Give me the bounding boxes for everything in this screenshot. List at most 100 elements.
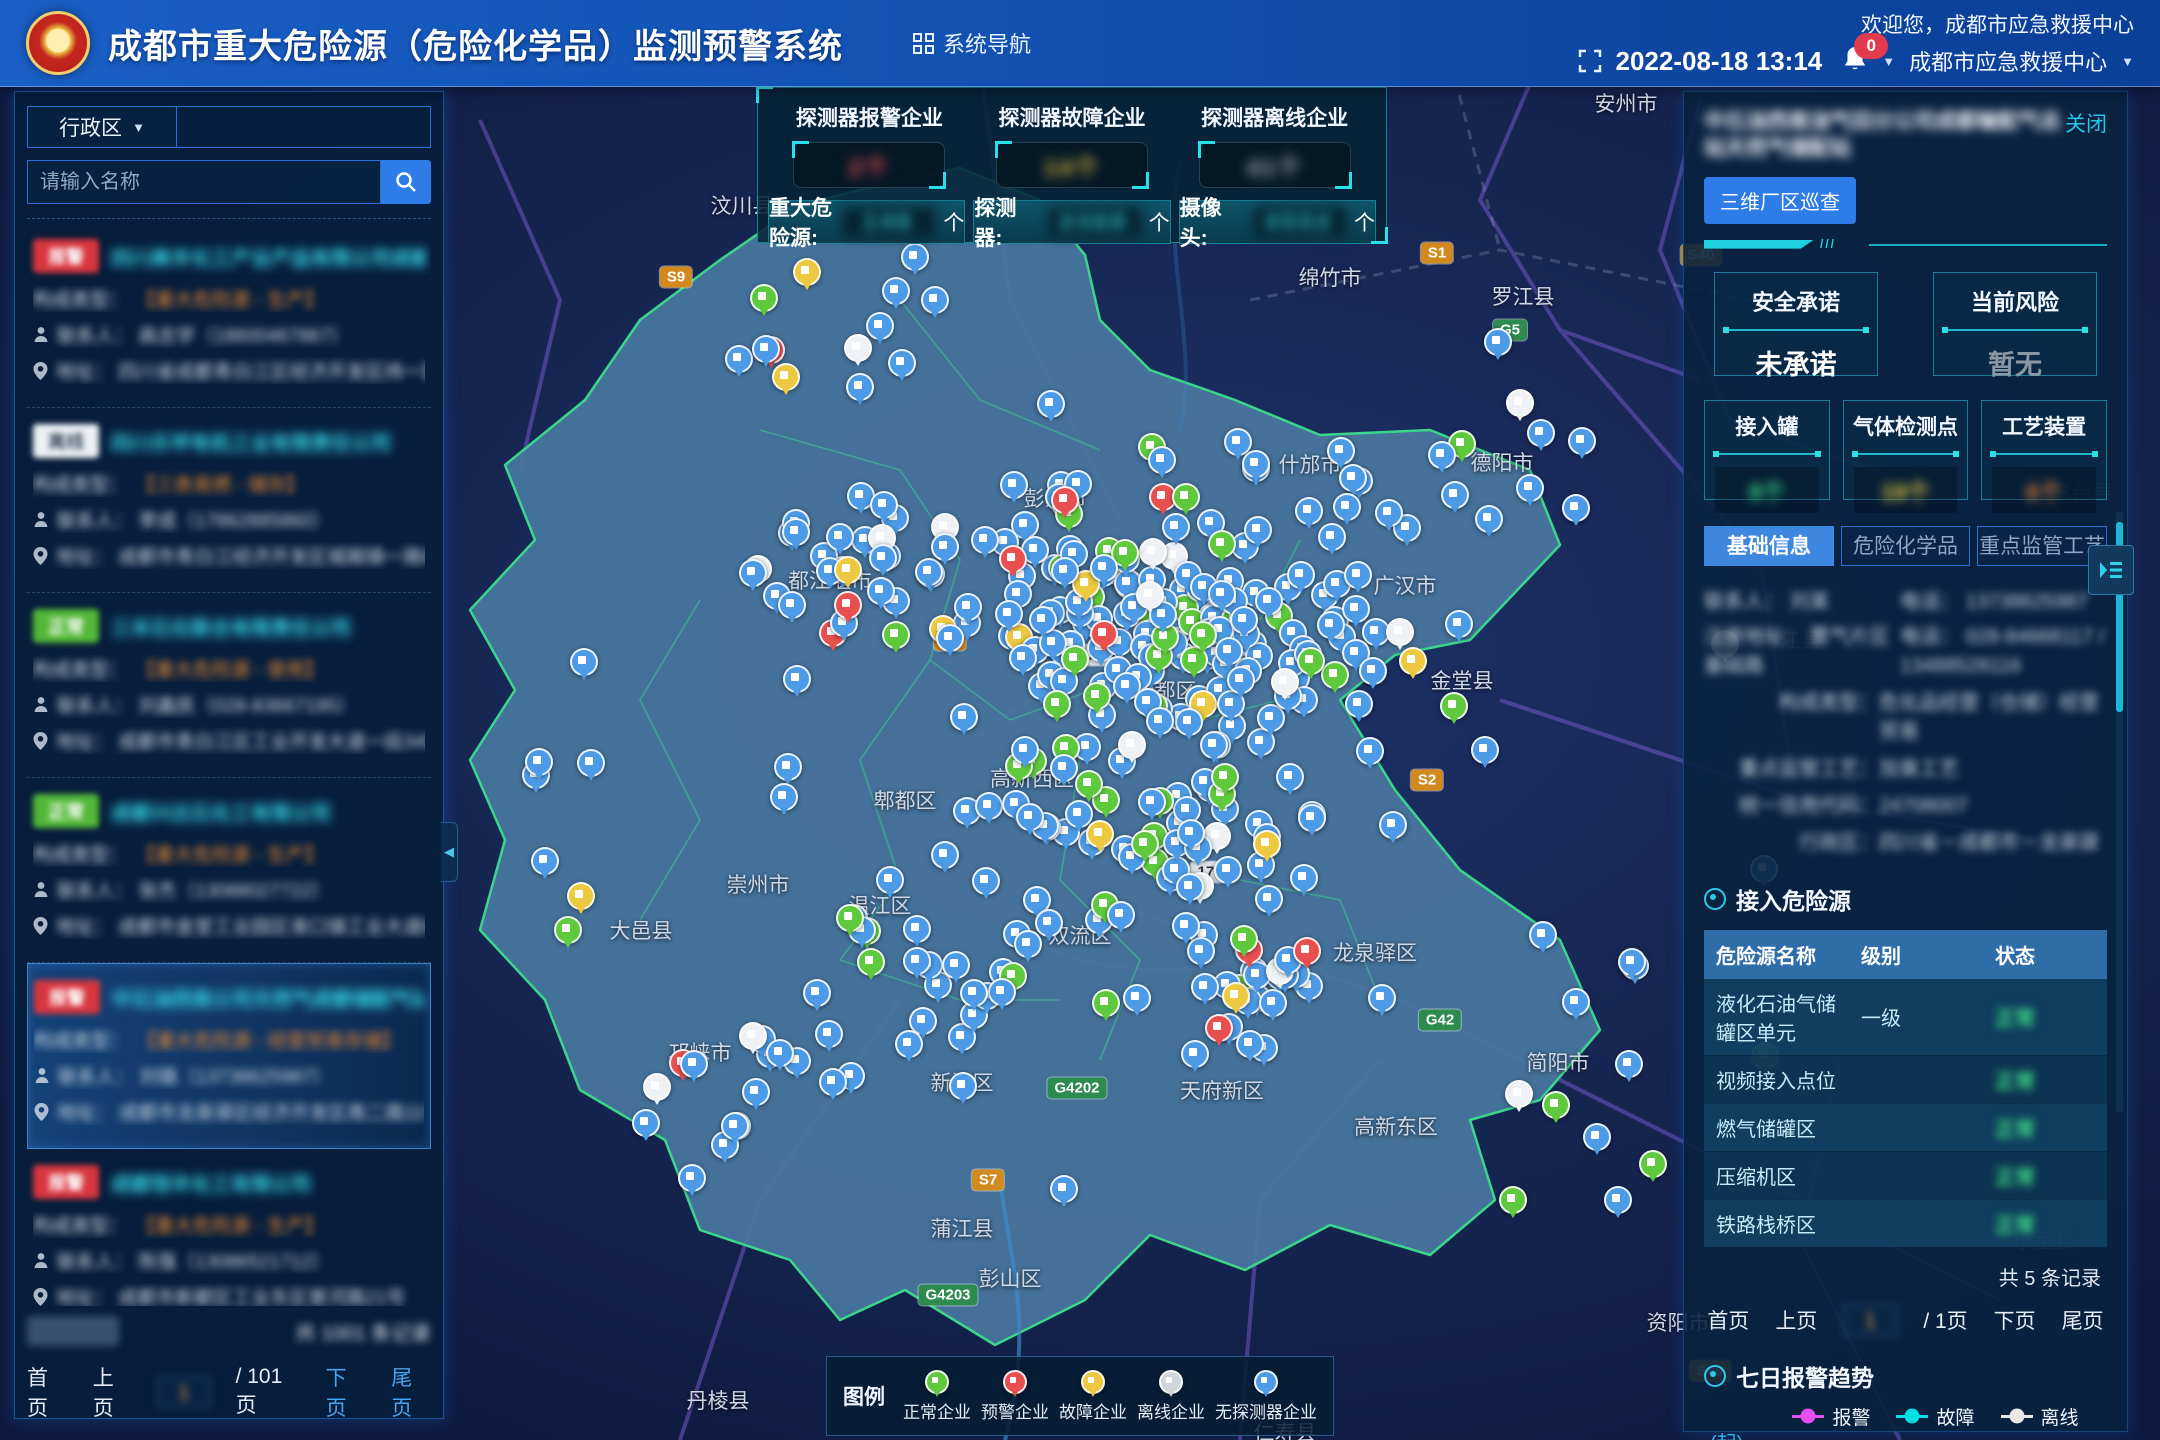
map-marker[interactable] — [1148, 446, 1176, 474]
map-marker[interactable] — [680, 1050, 708, 1078]
patrol-3d-button[interactable]: 三维厂区巡查 — [1704, 177, 1856, 224]
map-marker[interactable] — [1037, 390, 1065, 418]
map-marker[interactable] — [1327, 437, 1355, 465]
map-marker[interactable] — [1035, 909, 1063, 937]
map-marker[interactable] — [1386, 618, 1414, 646]
map-marker[interactable] — [942, 951, 970, 979]
map-marker[interactable] — [1253, 830, 1281, 858]
pagination-first[interactable]: 首页 — [27, 1362, 67, 1422]
map-marker[interactable] — [1043, 690, 1071, 718]
map-marker[interactable] — [1051, 486, 1079, 514]
map-marker[interactable] — [643, 1073, 671, 1101]
map-marker[interactable] — [1562, 988, 1590, 1016]
map-marker[interactable] — [1011, 736, 1039, 764]
map-marker[interactable] — [826, 523, 854, 551]
map-marker[interactable] — [960, 979, 988, 1007]
map-marker[interactable] — [1107, 901, 1135, 929]
table-row[interactable]: 液化石油气储罐区单元一级正常 — [1704, 979, 2107, 1056]
map-marker[interactable] — [1257, 704, 1285, 732]
map-marker[interactable] — [870, 491, 898, 519]
map-marker[interactable] — [1471, 736, 1499, 764]
pagination-prev[interactable]: 上页 — [1775, 1305, 1817, 1335]
map-marker[interactable] — [1344, 561, 1372, 589]
map-marker[interactable] — [1375, 499, 1403, 527]
map-marker[interactable] — [1505, 1080, 1533, 1108]
map-marker[interactable] — [1428, 441, 1456, 469]
map-marker[interactable] — [931, 841, 959, 869]
page-size-select[interactable] — [27, 1316, 119, 1346]
map-marker[interactable] — [1542, 1091, 1570, 1119]
map-marker[interactable] — [1136, 581, 1164, 609]
map-marker[interactable] — [793, 258, 821, 286]
tab-item[interactable]: 危险化学品 — [1841, 526, 1971, 566]
map-marker[interactable] — [1215, 637, 1243, 665]
map-marker[interactable] — [1529, 921, 1557, 949]
map-marker[interactable] — [1227, 666, 1255, 694]
map-marker[interactable] — [1176, 873, 1204, 901]
map-marker[interactable] — [901, 243, 929, 271]
map-marker[interactable] — [1242, 450, 1270, 478]
map-marker[interactable] — [1368, 984, 1396, 1012]
trend-legend-item[interactable]: 离线 — [2001, 1403, 2079, 1430]
map-marker[interactable] — [1639, 1150, 1667, 1178]
company-list-item[interactable]: 离线四川乐甲有机工业有限责任公司构成类型：【三类易燃 - 储存】联系人： 李成（… — [27, 408, 431, 593]
map-marker[interactable] — [525, 748, 553, 776]
map-marker[interactable] — [1583, 1123, 1611, 1151]
map-marker[interactable] — [1092, 989, 1120, 1017]
map-marker[interactable] — [725, 345, 753, 373]
map-marker[interactable] — [1527, 419, 1555, 447]
search-button[interactable] — [381, 160, 431, 204]
map-marker[interactable] — [846, 373, 874, 401]
map-marker[interactable] — [1276, 763, 1304, 791]
map-marker[interactable] — [1484, 328, 1512, 356]
map-marker[interactable] — [882, 277, 910, 305]
map-marker[interactable] — [554, 916, 582, 944]
map-marker[interactable] — [950, 703, 978, 731]
pagination-next[interactable]: 下页 — [326, 1362, 366, 1422]
map-marker[interactable] — [570, 648, 598, 676]
map-marker[interactable] — [1090, 620, 1118, 648]
map-marker[interactable] — [1271, 668, 1299, 696]
map-marker[interactable] — [1175, 708, 1203, 736]
map-marker[interactable] — [903, 915, 931, 943]
map-marker[interactable] — [888, 349, 916, 377]
map-marker[interactable] — [1255, 587, 1283, 615]
map-marker[interactable] — [895, 1030, 923, 1058]
map-marker[interactable] — [836, 904, 864, 932]
system-nav-button[interactable]: 系统导航 — [913, 27, 1031, 59]
map-marker[interactable] — [1445, 610, 1473, 638]
map-marker[interactable] — [834, 556, 862, 584]
map-marker[interactable] — [1162, 513, 1190, 541]
map-marker[interactable] — [1172, 483, 1200, 511]
map-marker[interactable] — [867, 577, 895, 605]
map-marker[interactable] — [1000, 471, 1028, 499]
map-marker[interactable] — [1255, 885, 1283, 913]
company-list-item[interactable]: 报警中石油西南公司天然气成都储配气站调压站构成类型：【重大危险源 - 经营贸易存… — [27, 963, 431, 1149]
map-marker[interactable] — [1230, 925, 1258, 953]
map-marker[interactable] — [975, 792, 1003, 820]
table-row[interactable]: 燃气储罐区正常 — [1704, 1103, 2107, 1151]
map-marker[interactable] — [1208, 580, 1236, 608]
map-marker[interactable] — [999, 545, 1027, 573]
map-marker[interactable] — [1441, 481, 1469, 509]
map-marker[interactable] — [782, 518, 810, 546]
district-value-input[interactable] — [177, 106, 431, 148]
map-marker[interactable] — [766, 1039, 794, 1067]
company-list-item[interactable]: 正常三禾石化联合有限责任公司构成类型：【重大危险源 - 使用】联系人： 刘鑫民（… — [27, 593, 431, 778]
map-marker[interactable] — [739, 1022, 767, 1050]
chevron-down-icon[interactable]: ▼ — [2121, 54, 2134, 69]
map-marker[interactable] — [844, 334, 872, 362]
map-marker[interactable] — [1287, 561, 1315, 589]
map-marker[interactable] — [783, 665, 811, 693]
map-marker[interactable] — [752, 335, 780, 363]
map-marker[interactable] — [1205, 1014, 1233, 1042]
map-marker[interactable] — [1123, 984, 1151, 1012]
map-marker[interactable] — [1230, 606, 1258, 634]
map-marker[interactable] — [1297, 647, 1325, 675]
notifications-button[interactable]: 0 — [1842, 45, 1868, 78]
map-marker[interactable] — [721, 1112, 749, 1140]
chevron-down-icon[interactable]: ▼ — [1882, 54, 1895, 69]
map-marker[interactable] — [1050, 754, 1078, 782]
map-marker[interactable] — [1208, 530, 1236, 558]
map-marker[interactable] — [1075, 770, 1103, 798]
